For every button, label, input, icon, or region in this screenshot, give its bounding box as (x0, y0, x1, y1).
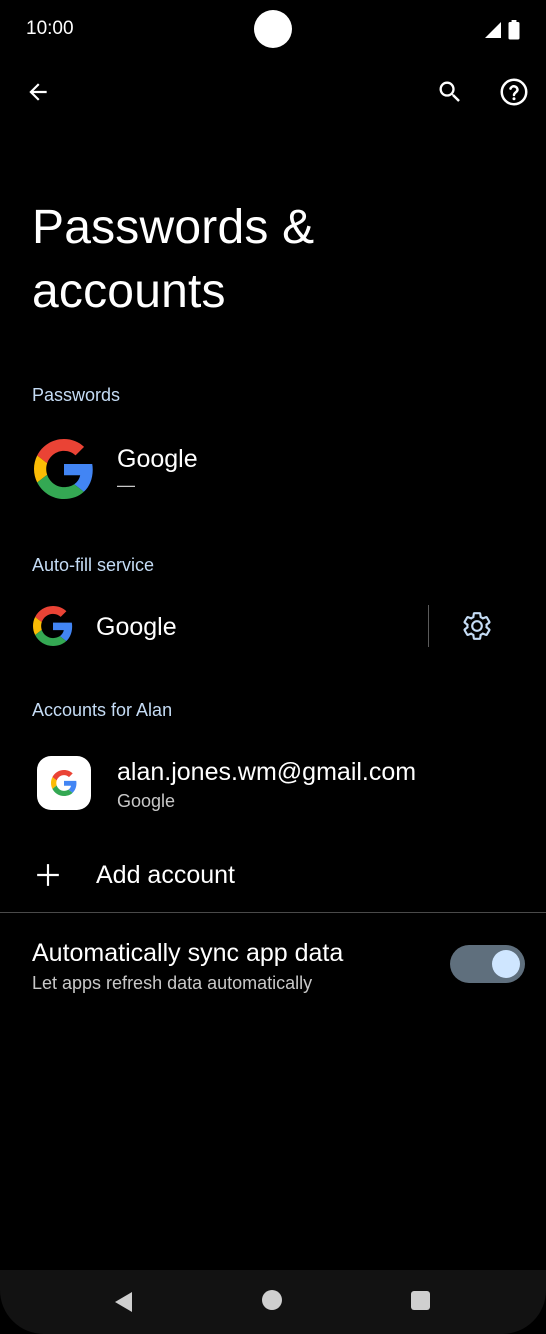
google-g-icon (34, 439, 93, 499)
auto-sync-subtitle: Let apps refresh data automatically (32, 973, 313, 993)
help-button[interactable] (494, 72, 534, 112)
section-header-passwords: Passwords (32, 385, 121, 405)
section-header-autofill: Auto-fill service (32, 555, 155, 575)
account-email: alan.jones.wm@gmail.com (117, 758, 417, 786)
search-icon (439, 81, 460, 102)
password-provider-google[interactable]: Google — (0, 430, 546, 510)
account-avatar (37, 756, 91, 810)
status-time: 10:00 (26, 18, 74, 39)
google-g-icon (33, 606, 73, 646)
nav-home-icon[interactable] (262, 1290, 282, 1310)
add-account-label: Add account (96, 861, 235, 889)
autofill-service-title: Google (96, 613, 177, 641)
status-icons (484, 20, 520, 40)
gear-icon (463, 612, 491, 640)
back-button[interactable] (18, 72, 58, 112)
google-g-icon (51, 770, 77, 796)
signal-icon (485, 22, 501, 38)
page-title: Passwords & accounts (32, 201, 315, 318)
password-provider-title: Google (117, 445, 198, 473)
phone-screen: 10:00 Passwords & accounts Passwords Goo… (0, 0, 546, 1334)
auto-sync-toggle[interactable] (450, 945, 525, 983)
section-divider (0, 912, 546, 913)
search-button[interactable] (430, 72, 470, 112)
autofill-divider (428, 605, 429, 647)
toggle-thumb (492, 950, 520, 978)
nav-back-icon[interactable] (112, 1290, 136, 1314)
section-header-accounts: Accounts for Alan (32, 700, 173, 720)
system-nav-bar (0, 1270, 546, 1334)
password-provider-subtitle: — (117, 475, 135, 495)
plus-icon (37, 864, 59, 886)
battery-icon (508, 20, 520, 40)
auto-sync-title: Automatically sync app data (32, 939, 344, 967)
help-icon (500, 78, 528, 106)
back-arrow-icon (29, 83, 47, 101)
account-type: Google (117, 791, 176, 811)
add-account-button[interactable]: Add account (0, 846, 546, 906)
nav-recents-icon[interactable] (411, 1291, 430, 1310)
autofill-settings-button[interactable] (457, 606, 497, 646)
camera-cutout (254, 10, 292, 48)
